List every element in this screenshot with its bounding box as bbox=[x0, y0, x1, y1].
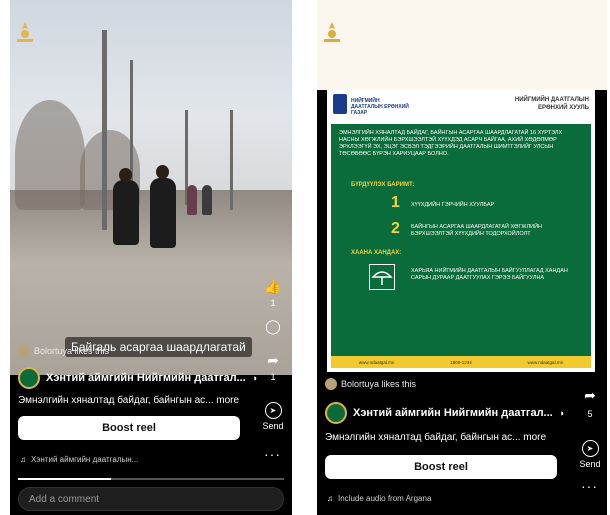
poster-body: ЭМНЭЛГИЙН ХЯНАЛТАД БАЙДАГ, БАЙНГЫН АСАРГ… bbox=[331, 124, 591, 368]
video-pole bbox=[230, 110, 233, 210]
share-count: 5 bbox=[587, 409, 593, 419]
reel-screen-right: НИЙГМИЙН ДААТГАЛЫН ЕРӨНХИЙ ГАЗАР НИЙГМИЙ… bbox=[317, 0, 607, 515]
poster-where-text: ХАРЬЯА НИЙГМИЙН ДААТГАЛЫН БАЙГУУЛЛАГАД Х… bbox=[411, 268, 568, 281]
reel-caption[interactable]: Эмнэлгийн хяналтад байдаг, байнгын ас...… bbox=[325, 432, 565, 443]
video-progress-bar[interactable] bbox=[18, 478, 284, 480]
send-button[interactable]: ➤ Send bbox=[575, 440, 605, 469]
video-person-head bbox=[156, 165, 169, 179]
video-person bbox=[150, 178, 176, 248]
video-progress-fill bbox=[18, 478, 112, 480]
avatar bbox=[18, 345, 30, 357]
poster-org-line1: НИЙГМИЙН ДААТГАЛЫН bbox=[514, 97, 589, 103]
avatar bbox=[325, 378, 337, 390]
reel-video-street[interactable] bbox=[10, 0, 292, 375]
send-icon: ➤ bbox=[581, 440, 599, 457]
video-person bbox=[202, 185, 212, 215]
poster-org-line2: ЕРӨНХИЙ ХУУЛЬ bbox=[537, 105, 589, 111]
reel-caption[interactable]: Эмнэлгийн хяналтад байдаг, байнгын ас...… bbox=[18, 395, 258, 406]
page-name: Хэнтий аймгийн Нийгмийн даатгал... bbox=[46, 372, 246, 384]
audio-text: Хэнтий аймгийн даатгалын... bbox=[31, 455, 139, 464]
reel-screen-left: 👍 1 ◯ ➦ 1 Байгаль асаргаа шаардлагатай B… bbox=[10, 0, 292, 515]
video-trees bbox=[15, 100, 85, 210]
poster-doc2-number: 2 bbox=[391, 220, 400, 237]
page-avatar bbox=[325, 402, 347, 424]
poster-doc1-text: ХҮҮХДИЙН ГЭРЧИЙН ХУУЛБАР bbox=[411, 202, 495, 208]
info-poster[interactable]: НИЙГМИЙН ДААТГАЛЫН ЕРӨНХИЙ ГАЗАР НИЙГМИЙ… bbox=[327, 90, 595, 372]
emblem-icon bbox=[333, 94, 347, 114]
send-label: Send bbox=[262, 421, 284, 431]
poster-header: НИЙГМИЙН ДААТГАЛЫН ЕРӨНХИЙ ГАЗАР НИЙГМИЙ… bbox=[327, 90, 595, 122]
poster-agency: НИЙГМИЙН ДААТГАЛЫН ЕРӨНХИЙ ГАЗАР bbox=[351, 98, 409, 116]
poster-top-strip bbox=[317, 0, 607, 90]
poster-where-heading: ХААНА ХАНДАХ: bbox=[351, 250, 402, 256]
like-icon[interactable]: 👍 bbox=[262, 278, 284, 295]
globe-icon: ◑ bbox=[558, 408, 565, 418]
more-options-icon[interactable]: ··· bbox=[264, 446, 281, 462]
audio-row[interactable]: ♫ Хэнтий аймгийн даатгалын... bbox=[20, 455, 138, 464]
page-name: Хэнтий аймгийн Нийгмийн даатгал... bbox=[353, 407, 553, 419]
poster-footer-web2: www.ndaatgal.mn bbox=[527, 359, 564, 365]
audio-text: Include audio from Argana bbox=[338, 494, 432, 503]
flame-logo-icon bbox=[17, 22, 33, 42]
comment-input[interactable]: Add a comment bbox=[18, 487, 284, 511]
poster-doc1-number: 1 bbox=[391, 194, 400, 211]
poster-org: НИЙГМИЙН ДААТГАЛЫН ЕРӨНХИЙ ХУУЛЬ bbox=[515, 96, 589, 112]
boost-reel-button[interactable]: Boost reel bbox=[18, 416, 240, 440]
poster-intro: ЭМНЭЛГИЙН ХЯНАЛТАД БАЙДАГ, БАЙНГЫН АСАРГ… bbox=[339, 130, 563, 157]
send-label: Send bbox=[579, 459, 601, 469]
video-pole bbox=[102, 30, 107, 230]
boost-reel-button[interactable]: Boost reel bbox=[325, 455, 557, 479]
poster-footer-phone: 1800-1234 bbox=[450, 359, 472, 365]
share-icon[interactable]: ➦ bbox=[262, 352, 284, 369]
flame-logo-icon bbox=[324, 22, 340, 42]
poster-footer: www.ndaatgal.mn 1800-1234 www.ndaatgal.m… bbox=[331, 356, 591, 368]
more-options-icon[interactable]: ··· bbox=[581, 478, 598, 494]
like-count: 1 bbox=[270, 298, 276, 308]
page-row[interactable]: Хэнтий аймгийн Нийгмийн даатгал... ◑ bbox=[325, 402, 564, 424]
liker-row[interactable]: Bolortuya likes this bbox=[325, 378, 416, 390]
send-button[interactable]: ➤ Send bbox=[258, 402, 288, 431]
globe-icon: ◑ bbox=[251, 373, 258, 383]
share-icon[interactable]: ➦ bbox=[579, 387, 601, 404]
liker-text: Bolortuya likes this bbox=[341, 379, 417, 389]
umbrella-icon bbox=[369, 264, 395, 290]
poster-footer-web: www.ndaatgal.mn bbox=[358, 359, 395, 365]
poster-doc2-text: БАЙНГЫН АСАРГАА ШААРДЛАГАТАЙ ХӨГЖЛИЙН БЭ… bbox=[411, 224, 542, 237]
share-count: 1 bbox=[270, 372, 276, 382]
video-person bbox=[187, 185, 197, 215]
audio-row[interactable]: ♫ Include audio from Argana bbox=[327, 494, 431, 503]
page-avatar bbox=[18, 367, 40, 389]
music-note-icon: ♫ bbox=[327, 494, 333, 503]
music-note-icon: ♫ bbox=[20, 455, 26, 464]
liker-row[interactable]: Bolortuya likes this bbox=[18, 345, 109, 357]
liker-text: Bolortuya likes this bbox=[34, 346, 110, 356]
video-person-head bbox=[119, 168, 132, 182]
poster-docs-heading: БҮРДҮҮЛЭХ БАРИМТ: bbox=[351, 182, 415, 188]
video-person bbox=[113, 180, 139, 245]
comment-icon[interactable]: ◯ bbox=[262, 318, 284, 335]
send-icon: ➤ bbox=[264, 402, 282, 419]
page-row[interactable]: Хэнтий аймгийн Нийгмийн даатгал... ◑ bbox=[18, 367, 257, 389]
